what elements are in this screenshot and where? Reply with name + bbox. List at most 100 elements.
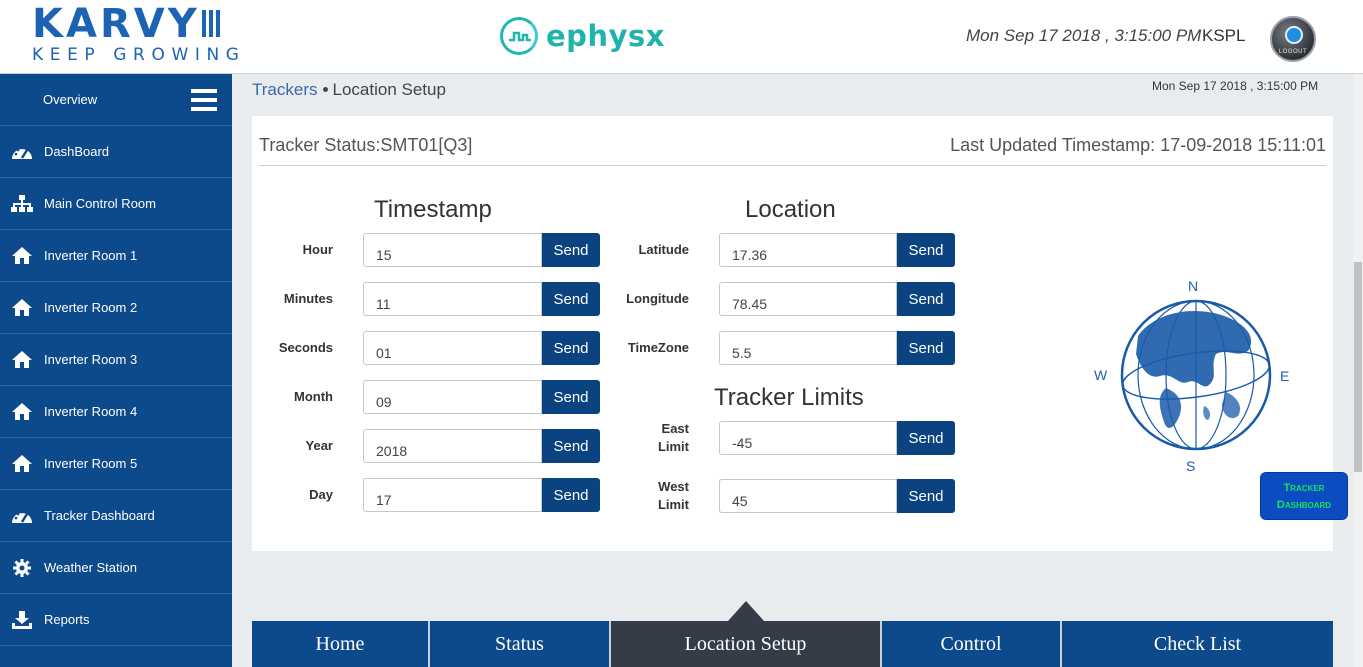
tab-check-list[interactable]: Check List xyxy=(1062,621,1333,667)
dashboard-gauge-icon xyxy=(0,507,44,525)
sitemap-icon xyxy=(0,194,44,213)
tab-location-setup[interactable]: Location Setup xyxy=(611,621,882,667)
sidebar-item-label: Tracker Dashboard xyxy=(44,508,155,523)
scrollbar-thumb[interactable] xyxy=(1354,262,1362,472)
hour-input[interactable] xyxy=(363,233,542,267)
download-icon xyxy=(0,610,44,629)
sidebar-item-label: Inverter Room 4 xyxy=(44,404,138,419)
location-title: Location xyxy=(745,196,836,223)
seconds-input[interactable] xyxy=(363,331,542,365)
month-send-button[interactable]: Send xyxy=(542,380,600,414)
brand-tagline: KEEP GROWING xyxy=(32,45,246,65)
minutes-row: Minutes Send xyxy=(260,282,600,316)
west-limit-label: West Limit xyxy=(620,478,689,514)
day-input[interactable] xyxy=(363,478,542,512)
compass-west: W xyxy=(1094,367,1108,383)
brand-bars-icon xyxy=(201,10,223,42)
month-label: Month xyxy=(294,389,333,404)
tab-control[interactable]: Control xyxy=(882,621,1062,667)
location-setup-panel: Tracker Status:SMT01[Q3] Last Updated Ti… xyxy=(252,116,1333,551)
minutes-label: Minutes xyxy=(283,291,333,306)
key-icon xyxy=(1285,26,1303,44)
west-limit-send-button[interactable]: Send xyxy=(897,479,955,513)
tracker-limits-title: Tracker Limits xyxy=(714,384,864,411)
active-tab-indicator xyxy=(728,601,764,621)
west-limit-label-line1: West xyxy=(658,479,689,494)
tracker-dashboard-line1: Tracker xyxy=(1283,482,1325,494)
bottom-tab-bar: Home Status Location Setup Control Check… xyxy=(252,621,1333,667)
longitude-send-button[interactable]: Send xyxy=(897,282,955,316)
divider xyxy=(259,165,1326,166)
east-limit-send-button[interactable]: Send xyxy=(897,421,955,455)
east-limit-label: East Limit xyxy=(620,420,689,456)
latitude-input[interactable] xyxy=(719,233,897,267)
sidebar-item-reports[interactable]: Reports xyxy=(0,594,232,646)
year-input[interactable] xyxy=(363,429,542,463)
compass-east: E xyxy=(1280,368,1290,384)
sidebar-item-main-control-room[interactable]: Main Control Room xyxy=(0,178,232,230)
logout-button[interactable]: LOGOUT xyxy=(1270,16,1316,62)
globe-icon xyxy=(1120,299,1272,451)
day-row: Day Send xyxy=(260,478,600,512)
sidebar-item-dashboard[interactable]: DashBoard xyxy=(0,126,232,178)
day-send-button[interactable]: Send xyxy=(542,478,600,512)
sidebar-item-inverter-room-4[interactable]: Inverter Room 4 xyxy=(0,386,232,438)
seconds-row: Seconds Send xyxy=(260,331,600,365)
east-limit-input[interactable] xyxy=(719,421,897,455)
timezone-label: TimeZone xyxy=(627,340,689,355)
sidebar-item-label: DashBoard xyxy=(44,144,110,159)
breadcrumb-trackers-link[interactable]: Trackers xyxy=(252,80,318,99)
east-limit-label-line2: Limit xyxy=(657,439,689,454)
tracker-dashboard-button[interactable]: Tracker Dashboard xyxy=(1260,472,1348,520)
minutes-input[interactable] xyxy=(363,282,542,316)
tab-status[interactable]: Status xyxy=(430,621,611,667)
sidebar-item-inverter-room-1[interactable]: Inverter Room 1 xyxy=(0,230,232,282)
tracker-dashboard-line2: Dashboard xyxy=(1276,499,1332,511)
minutes-send-button[interactable]: Send xyxy=(542,282,600,316)
sidebar-item-label: Reports xyxy=(44,612,90,627)
page-datetime: Mon Sep 17 2018 , 3:15:00 PM xyxy=(1152,79,1319,93)
sidebar-overview[interactable]: Overview xyxy=(0,74,232,126)
seconds-label: Seconds xyxy=(278,340,333,355)
sidebar-item-label: Weather Station xyxy=(44,560,137,575)
month-input[interactable] xyxy=(363,380,542,414)
logout-label: LOGOUT xyxy=(1278,49,1308,55)
hour-label: Hour xyxy=(302,242,333,257)
sidebar-item-tracker-dashboard[interactable]: Tracker Dashboard xyxy=(0,490,232,542)
sidebar-item-label: Inverter Room 2 xyxy=(44,300,138,315)
sidebar-item-weather-station[interactable]: Weather Station xyxy=(0,542,232,594)
year-row: Year Send xyxy=(260,429,600,463)
header-datetime: Mon Sep 17 2018 , 3:15:00 PM xyxy=(966,26,1202,45)
year-send-button[interactable]: Send xyxy=(542,429,600,463)
latitude-label: Latitude xyxy=(638,242,689,257)
longitude-row: Longitude Send xyxy=(620,282,955,316)
gear-icon xyxy=(0,558,44,577)
home-icon xyxy=(0,299,44,316)
breadcrumb-separator xyxy=(322,86,328,92)
day-label: Day xyxy=(309,487,333,502)
west-limit-input[interactable] xyxy=(719,479,897,513)
longitude-label: Longitude xyxy=(626,291,689,306)
timestamp-title: Timestamp xyxy=(374,196,492,223)
hour-row: Hour Send xyxy=(260,233,600,267)
home-icon xyxy=(0,247,44,264)
tracker-status: Tracker Status:SMT01[Q3] xyxy=(259,135,473,155)
hamburger-menu-icon[interactable] xyxy=(191,89,217,111)
home-icon xyxy=(0,351,44,368)
ephysx-logo: ephysx xyxy=(500,16,665,56)
sidebar-item-inverter-room-2[interactable]: Inverter Room 2 xyxy=(0,282,232,334)
last-updated-timestamp: Last Updated Timestamp: 17-09-2018 15:11… xyxy=(950,135,1326,155)
sidebar-item-inverter-room-5[interactable]: Inverter Room 5 xyxy=(0,438,232,490)
latitude-send-button[interactable]: Send xyxy=(897,233,955,267)
sidebar-item-inverter-room-3[interactable]: Inverter Room 3 xyxy=(0,334,232,386)
timezone-input[interactable] xyxy=(719,331,897,365)
vertical-scrollbar[interactable] xyxy=(1353,74,1363,667)
longitude-input[interactable] xyxy=(719,282,897,316)
seconds-send-button[interactable]: Send xyxy=(542,331,600,365)
sidebar-overview-label: Overview xyxy=(43,92,98,107)
timezone-send-button[interactable]: Send xyxy=(897,331,955,365)
west-limit-row: West Limit Send xyxy=(620,478,955,514)
hour-send-button[interactable]: Send xyxy=(542,233,600,267)
tab-home[interactable]: Home xyxy=(252,621,430,667)
dashboard-gauge-icon xyxy=(0,143,44,161)
